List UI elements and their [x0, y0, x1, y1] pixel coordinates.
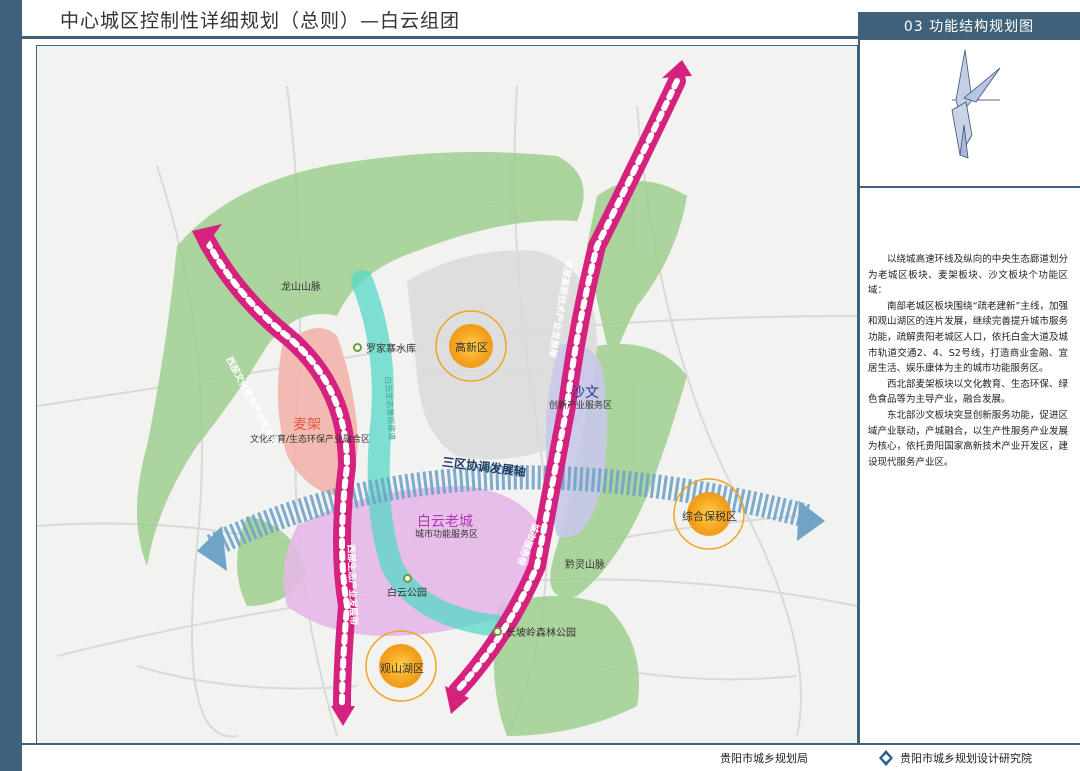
description-text: 以绕城高速环线及纵向的中央生态廊道划分为老城区板块、麦架板块、沙文板块个功能区域…: [868, 252, 1068, 470]
description-paragraph: 西北部麦架板块以文化教育、生态环保、绿色食品等为主导产业，融合发展。: [868, 378, 1068, 406]
description-paragraph: 东北部沙文板块突显创新服务功能，促进区域产业联动，产城融合，以生产性服务产业发展…: [868, 409, 1068, 468]
institute-logo-icon: [879, 750, 893, 766]
maijia-label: 麦架: [293, 417, 321, 433]
guanshanhu-label: 观山湖区: [380, 662, 424, 675]
changpoling-park: 长坡岭森林公园: [493, 624, 576, 639]
north-arrow-icon: [951, 49, 1001, 159]
footer-right-text: 贵阳市城乡规划设计研究院: [900, 752, 1032, 765]
park-marker-icon: [353, 343, 362, 352]
sheet-tab: 03 功能结构规划图: [858, 12, 1080, 40]
left-accent-bar: [0, 0, 22, 771]
header-rule: [22, 36, 858, 39]
description-paragraph: 南部老城区板块围绕“疏老建新”主线，加强和观山湖区的连片发展，继续完善提升城市服…: [868, 300, 1068, 375]
side-panel: 以绕城高速环线及纵向的中央生态廊道划分为老城区板块、麦架板块、沙文板块个功能区域…: [858, 40, 1080, 743]
footer-left-text: 贵阳市城乡规划局: [720, 752, 808, 765]
longshan-label: 龙山山脉: [281, 282, 321, 293]
west-lower-corridor-label: 西部生态产业发展带: [345, 544, 361, 625]
west-lower-corridor-text: 西部生态产业发展带: [345, 544, 358, 626]
park-marker-icon: [402, 574, 412, 583]
page-title: 中心城区控制性详细规划（总则）—白云组团: [60, 10, 461, 32]
luojiazhai-park: 罗家寨水库: [353, 340, 416, 355]
zonghe-label: 综合保税区: [682, 510, 737, 523]
compass-box: [860, 40, 1080, 188]
gaoxin-label: 高新区: [455, 341, 488, 354]
baiyun-sublabel: 城市功能服务区: [415, 530, 479, 540]
baiyun-park: 白云公园: [387, 574, 427, 599]
qianling-label: 黔灵山脉: [565, 560, 605, 571]
map-canvas: [37, 60, 857, 738]
baiyun-park-label: 白云公园: [387, 588, 427, 599]
shawen-sublabel: 创新产业服务区: [549, 401, 613, 411]
changpoling-label: 长坡岭森林公园: [506, 628, 576, 639]
description-paragraph: 以绕城高速环线及纵向的中央生态廊道划分为老城区板块、麦架板块、沙文板块个功能区域…: [868, 254, 1068, 297]
luojiazhai-label: 罗家寨水库: [366, 344, 416, 355]
map-frame: 高新区 综合保税区 观山湖区 沙文 创新产业服务区 麦架 文化教育/生态环保产业…: [36, 45, 858, 744]
park-marker-icon: [493, 627, 502, 636]
